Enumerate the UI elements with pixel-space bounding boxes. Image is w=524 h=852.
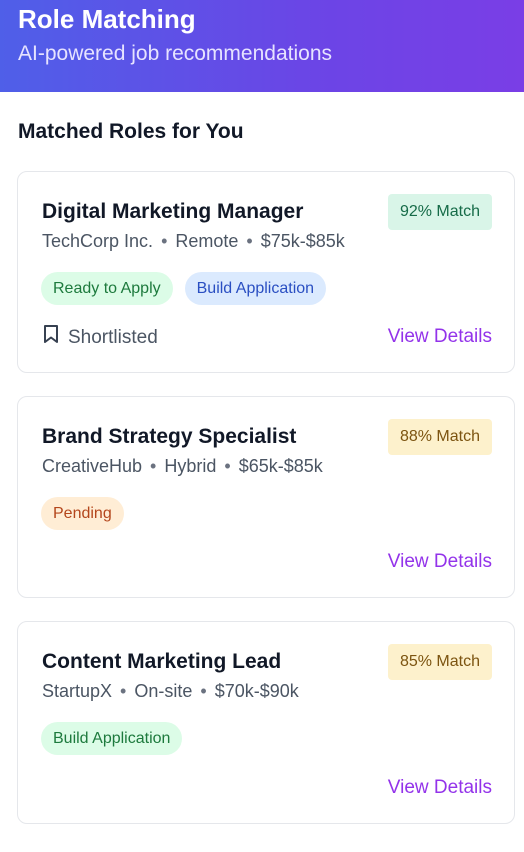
app-header: Role Matching AI-powered job recommendat… <box>0 0 524 92</box>
section-title: Matched Roles for You <box>18 120 244 143</box>
role-title: Digital Marketing Manager <box>42 200 304 223</box>
build-application-tag[interactable]: Build Application <box>184 272 327 305</box>
build-application-tag[interactable]: Build Application <box>41 722 183 755</box>
page-subtitle: AI-powered job recommendations <box>18 42 332 65</box>
shortlist-toggle[interactable]: Shortlisted <box>42 324 158 352</box>
bookmark-icon <box>42 324 60 352</box>
status-tags: Ready to Apply Build Application <box>41 272 327 305</box>
salary-range: $65k-$85k <box>238 456 323 476</box>
page-title: Role Matching <box>18 4 196 34</box>
role-card: Digital Marketing Manager 92% Match Tech… <box>17 171 515 373</box>
role-card: Content Marketing Lead 85% Match Startup… <box>17 621 515 824</box>
work-location: Hybrid <box>164 456 217 476</box>
work-location: On-site <box>134 681 193 701</box>
view-details-link[interactable]: View Details <box>388 775 492 801</box>
match-badge: 88% Match <box>387 419 492 455</box>
salary-range: $75k-$85k <box>260 231 345 251</box>
role-meta: CreativeHub • Hybrid • $65k-$85k <box>42 456 323 476</box>
ready-to-apply-tag: Ready to Apply <box>41 272 173 305</box>
company-name: CreativeHub <box>42 456 143 476</box>
salary-range: $70k-$90k <box>214 681 299 701</box>
company-name: TechCorp Inc. <box>42 231 154 251</box>
status-tags: Pending <box>41 497 124 530</box>
role-meta: StartupX • On-site • $70k-$90k <box>42 681 299 701</box>
role-title: Brand Strategy Specialist <box>42 425 297 448</box>
view-details-link[interactable]: View Details <box>388 549 492 575</box>
shortlist-label: Shortlisted <box>68 327 158 348</box>
company-name: StartupX <box>42 681 113 701</box>
match-badge: 85% Match <box>387 644 492 680</box>
pending-tag: Pending <box>41 497 124 530</box>
role-title: Content Marketing Lead <box>42 650 282 673</box>
match-badge: 92% Match <box>387 194 492 230</box>
work-location: Remote <box>175 231 239 251</box>
role-meta: TechCorp Inc. • Remote • $75k-$85k <box>42 231 345 251</box>
status-tags: Build Application <box>41 722 183 755</box>
view-details-link[interactable]: View Details <box>388 324 492 350</box>
role-card: Brand Strategy Specialist 88% Match Crea… <box>17 396 515 598</box>
